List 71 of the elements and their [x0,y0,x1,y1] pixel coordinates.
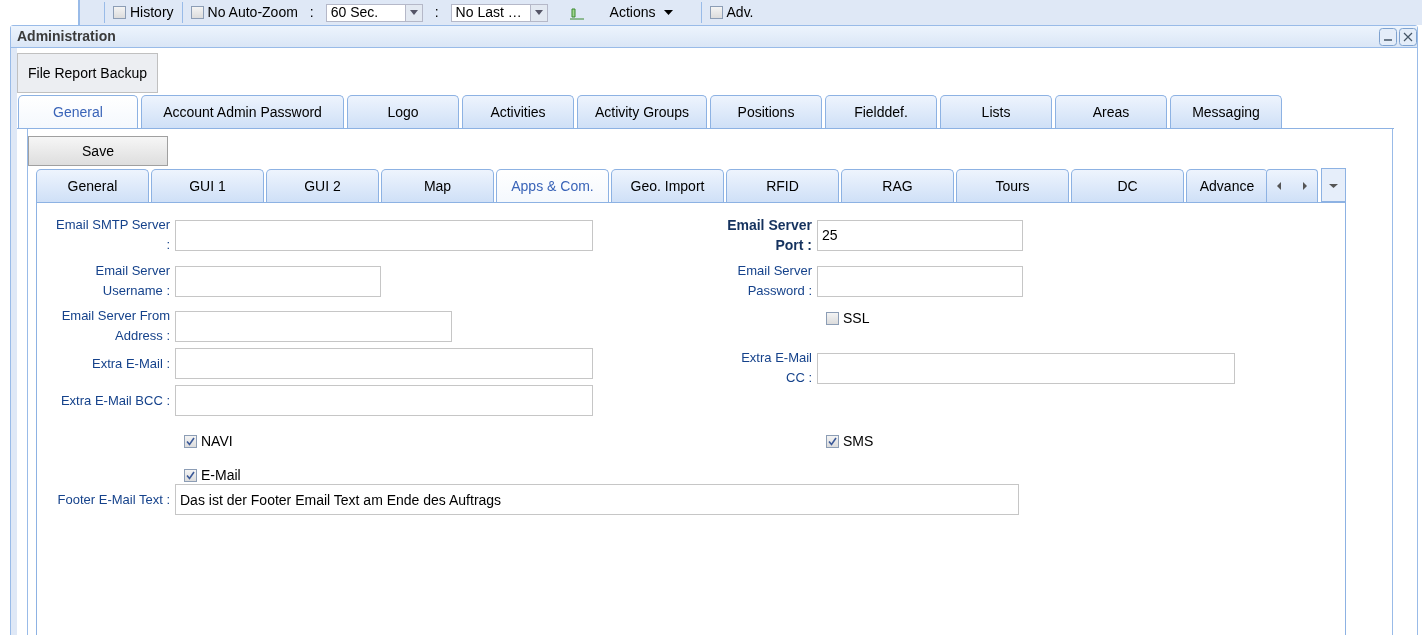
dropdown-icon[interactable] [1321,168,1346,202]
chart-icon [567,5,586,20]
field-label: Footer E-Mail Text : [56,490,171,509]
caret-icon [534,10,543,15]
tab[interactable]: Account Admin Password [141,95,344,128]
input-field[interactable] [175,348,593,379]
tab[interactable]: GUI 2 [266,169,379,202]
input-field[interactable]: Das ist der Footer Email Text am Ende des Auftrags [175,484,1019,515]
input-field[interactable] [175,265,381,297]
input-field[interactable] [175,385,593,416]
tab[interactable]: DC [1071,169,1184,202]
input-field[interactable]: 25 [817,219,1023,251]
caret-icon [663,10,673,15]
tab[interactable]: General [18,95,138,129]
field-label: Email SMTP Server : [55,216,171,254]
input-field[interactable] [175,219,593,251]
checkbox[interactable] [184,468,197,482]
checkbox-label: SSL [843,308,870,328]
tab[interactable]: Activities [462,95,574,128]
combo-box[interactable]: No Last … [450,3,548,22]
checkbox-label: E-Mail [201,465,241,485]
tab[interactable]: Positions [710,95,822,128]
tab[interactable]: Messaging [1170,95,1282,128]
tab[interactable]: Map [381,169,494,202]
actions-menu-button[interactable]: Actions [609,2,673,23]
caret-icon [409,10,418,15]
tab[interactable]: Geo. Import [611,169,724,202]
input-field[interactable] [817,352,1235,384]
tab[interactable]: Activity Groups [577,95,707,128]
checkbox[interactable] [113,6,126,19]
tab[interactable]: RAG [841,169,954,202]
checkbox[interactable] [826,311,839,325]
check-icon [828,436,837,446]
input-field[interactable] [175,310,452,342]
close-icon[interactable] [1399,27,1417,46]
separator-text: : [308,3,315,22]
tab[interactable]: Logo [347,95,459,128]
tab[interactable]: Apps & Com. [496,169,609,202]
field-label: Email Server Port : [726,216,813,255]
checkbox-label: History [130,3,174,22]
tab[interactable]: Fielddef. [825,95,937,128]
field-label: Email Server From Address : [60,307,171,345]
tab[interactable]: Areas [1055,95,1167,128]
tab[interactable]: Lists [940,95,1052,128]
save-button[interactable]: Save [28,136,168,166]
input-field[interactable] [817,265,1023,297]
tab[interactable]: Tours [956,169,1069,202]
field-label: Email Server Password : [736,262,813,300]
checkbox-label: SMS [843,431,874,451]
tab[interactable]: GUI 1 [151,169,264,202]
combo-box[interactable]: 60 Sec. [325,3,423,22]
checkbox-label: Adv. [726,3,754,22]
window-title: Administration [17,27,116,46]
tab[interactable]: Advance [1186,169,1266,202]
checkbox[interactable] [709,6,723,19]
field-label: Extra E-Mail CC : [740,349,813,387]
tab[interactable]: General [36,169,149,202]
checkbox[interactable] [190,6,204,19]
field-label: Extra E-Mail BCC : [59,391,171,410]
checkbox-label: NAVI [201,431,233,451]
tab[interactable]: File Report Backup [17,53,159,93]
checkbox[interactable] [184,434,197,448]
separator-text: : [433,3,440,22]
check-icon [186,470,195,480]
tab[interactable]: RFID [726,169,839,202]
checkbox[interactable] [826,434,839,448]
field-label: Email Server Username : [94,262,171,300]
check-icon [186,436,195,446]
checkbox-label: No Auto-Zoom [207,3,298,22]
minimize-icon[interactable] [1379,27,1397,46]
field-label: Extra E-Mail : [91,354,171,373]
